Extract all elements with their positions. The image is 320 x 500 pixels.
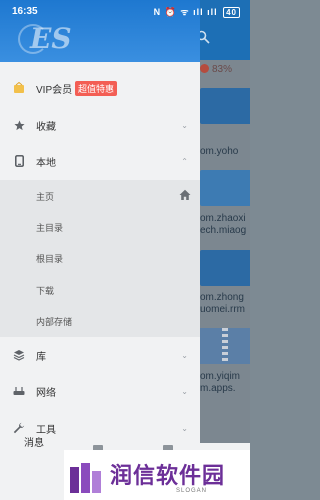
submenu-item-main-dir[interactable]: 主目录	[0, 211, 200, 242]
submenu-item-label: 下载	[36, 286, 55, 296]
zip-file-icon	[200, 328, 250, 364]
menu-item-network[interactable]: 网络 ⌄	[0, 373, 200, 409]
chevron-down-icon: ⌄	[181, 350, 188, 360]
status-icons-text: N ⏰ ᯤ ıll ıll	[153, 7, 218, 17]
menu-item-favorites[interactable]: 收藏 ⌄	[0, 107, 200, 143]
file-name: om.yiqim m.apps.	[200, 371, 241, 394]
chevron-down-icon: ⌄	[181, 386, 188, 396]
vip-row[interactable]: VIP会员 超值特惠	[0, 70, 200, 106]
submenu-item-home[interactable]: 主页	[0, 180, 200, 211]
crown-icon	[13, 82, 25, 94]
menu-item-label: 收藏	[36, 121, 56, 133]
vip-badge[interactable]: 超值特惠	[75, 81, 118, 96]
watermark-logo-icon	[70, 463, 101, 493]
submenu-item-download[interactable]: 下载	[0, 274, 200, 305]
file-name: om.zhong uomei.rrm	[200, 292, 246, 315]
status-icons: N ⏰ ᯤ ıll ıll 40	[154, 5, 240, 18]
submenu-item-label: 根目录	[36, 254, 64, 264]
vip-label: VIP会员	[36, 84, 73, 96]
submenu-item-label: 内部存储	[36, 317, 73, 327]
chevron-up-icon: ⌃	[181, 156, 188, 166]
storage-indicator: 83%	[200, 64, 232, 75]
watermark-title: 润信软件园	[110, 463, 226, 488]
stack-icon	[13, 349, 25, 361]
navigation-drawer: ES VIP会员 超值特惠 收藏 ⌄ 本地 ⌃ 主页 主目录 根目录 下载 内部…	[0, 0, 200, 500]
file-name: om.zhaoxi ech.miaog	[200, 213, 247, 236]
battery-icon: 40	[223, 7, 240, 18]
status-time: 16:35	[12, 6, 38, 17]
menu-item-label: 库	[36, 351, 46, 363]
file-name: om.yoho	[200, 146, 239, 157]
chevron-down-icon: ⌄	[181, 423, 188, 433]
network-icon	[13, 385, 25, 397]
menu-item-library[interactable]: 库 ⌄	[0, 337, 200, 373]
wrench-icon	[13, 422, 25, 434]
messages-button[interactable]: 消息	[24, 434, 44, 449]
submenu-item-internal-storage[interactable]: 内部存储	[0, 305, 200, 336]
status-bar: 16:35 N ⏰ ᯤ ıll ıll 40	[0, 0, 250, 22]
folder-icon	[200, 170, 250, 206]
chevron-down-icon: ⌄	[181, 120, 188, 130]
watermark-slogan: SLOGAN	[176, 488, 208, 494]
storage-pie-icon	[200, 64, 209, 73]
menu-item-local[interactable]: 本地 ⌃	[0, 143, 200, 179]
submenu-item-label: 主目录	[36, 223, 64, 233]
watermark: 润信软件园 SLOGAN	[64, 450, 250, 500]
menu-item-label: 本地	[36, 157, 56, 169]
star-icon	[13, 119, 25, 131]
local-submenu: 主页 主目录 根目录 下载 内部存储	[0, 180, 200, 337]
app-logo-icon: ES	[30, 22, 72, 55]
folder-icon	[200, 88, 250, 124]
phone-icon	[13, 155, 25, 167]
submenu-item-label: 主页	[36, 192, 55, 202]
folder-icon	[200, 250, 250, 286]
submenu-item-root-dir[interactable]: 根目录	[0, 242, 200, 273]
menu-item-label: 网络	[36, 387, 56, 399]
home-icon[interactable]	[179, 188, 191, 200]
